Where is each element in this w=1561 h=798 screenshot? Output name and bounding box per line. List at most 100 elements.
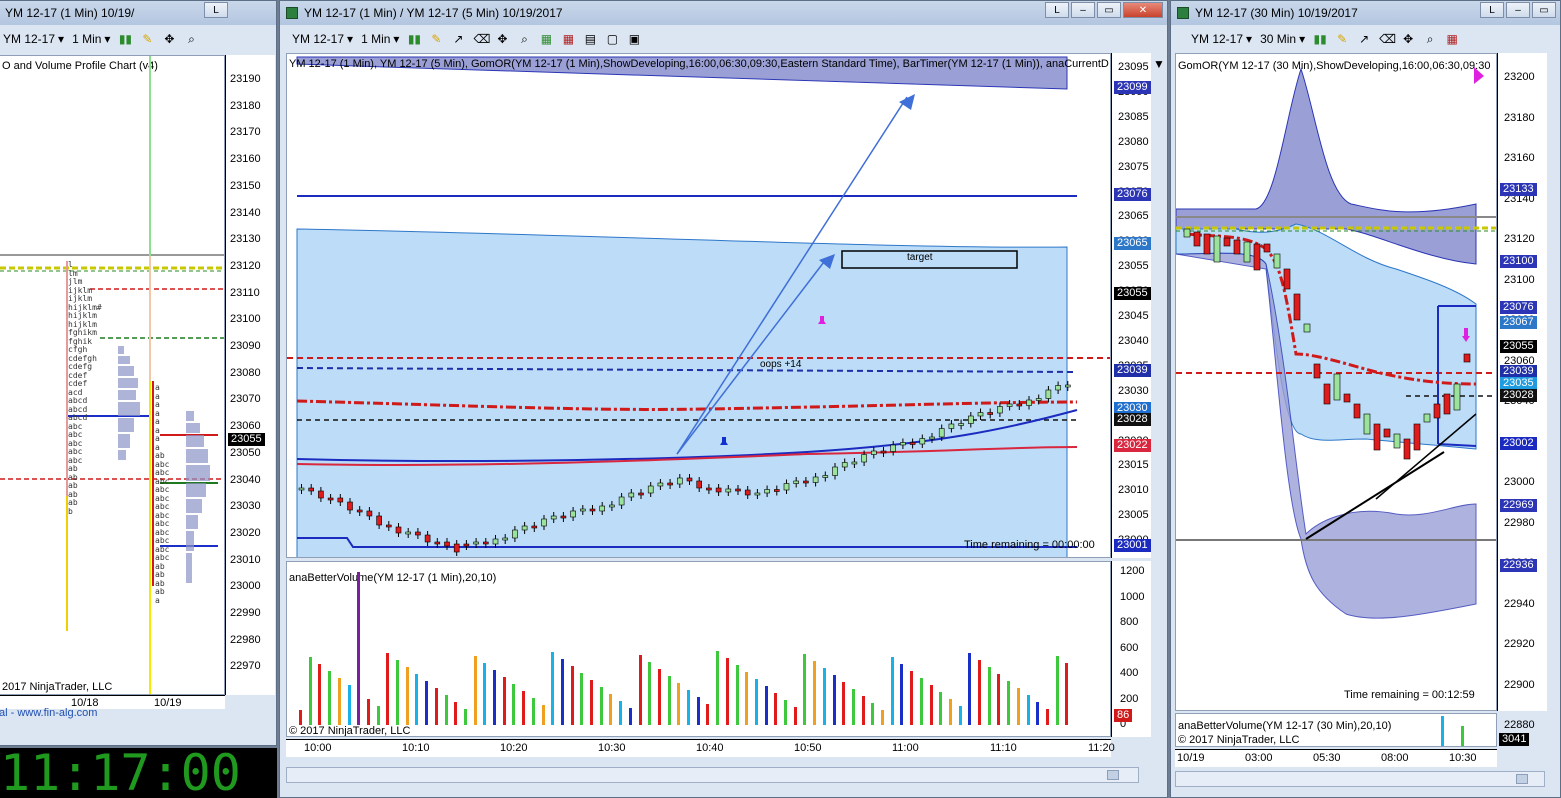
candle-body	[1323, 383, 1331, 405]
candle-body	[706, 487, 712, 491]
price-tick-label: 22880	[1504, 719, 1535, 731]
volume-bar	[463, 709, 467, 725]
price-tick-label: 23080	[1118, 135, 1149, 148]
zoom-icon[interactable]: ⌕	[517, 32, 531, 46]
candle-body	[861, 454, 867, 463]
candle-body	[618, 496, 625, 506]
drawing-tool-icon[interactable]: ↗	[451, 32, 465, 46]
center-window-titlebar[interactable]: YM 12-17 (1 Min) / YM 12-17 (5 Min) 10/1…	[280, 1, 1167, 25]
right-chart-window[interactable]: YM 12-17 (30 Min) 10/19/2017 L – ▭ YM 12…	[1170, 0, 1561, 798]
volume-bar	[881, 710, 884, 725]
bar-type-icon[interactable]: ▮▮	[118, 32, 132, 46]
drawing-tool-icon[interactable]: ↗	[1357, 32, 1371, 46]
center-horizontal-scrollbar[interactable]	[286, 767, 1139, 783]
candle-body	[318, 490, 324, 499]
volume-bar	[803, 654, 807, 725]
candle-body	[356, 509, 363, 513]
volume-bar	[1055, 656, 1059, 725]
target-label: target	[907, 252, 933, 263]
bar-type-icon[interactable]: ▮▮	[407, 32, 421, 46]
crosshair-icon[interactable]: ✥	[1401, 32, 1415, 46]
scroll-thumb[interactable]	[1107, 770, 1119, 780]
candle-body	[376, 515, 382, 526]
indicators-icon[interactable]: ▦	[1445, 32, 1459, 46]
center-chart-window[interactable]: YM 12-17 (1 Min) / YM 12-17 (5 Min) 10/1…	[279, 0, 1168, 798]
candle-body	[1403, 438, 1411, 460]
bar-type-icon[interactable]: ▮▮	[1313, 32, 1327, 46]
right-maximize-button[interactable]: ▭	[1532, 2, 1556, 18]
candle-body	[1263, 243, 1271, 253]
volume-bar	[473, 656, 477, 725]
center-link-button[interactable]: L	[1045, 2, 1069, 18]
candle-body	[1253, 243, 1261, 271]
center-volume-tag: 86	[1114, 709, 1133, 722]
link-button[interactable]: L	[204, 2, 228, 18]
right-volume-panel[interactable]: anaBetterVolume(YM 12-17 (30 Min),20,10)…	[1175, 713, 1497, 747]
left-price-panel[interactable]: O and Volume Profile Chart (v4) l lm jlm…	[0, 55, 225, 695]
center-minimize-button[interactable]: –	[1071, 2, 1095, 18]
center-maximize-button[interactable]: ▭	[1097, 2, 1121, 18]
pencil-icon[interactable]: ✎	[1335, 32, 1349, 46]
pencil-icon[interactable]: ✎	[140, 32, 154, 46]
center-indicator-label: YM 12-17 (1 Min), YM 12-17 (5 Min), GomO…	[289, 58, 1109, 70]
volume-bar	[745, 672, 749, 725]
interval-selector[interactable]: 1 Min ▾	[72, 32, 110, 46]
center-price-svg	[287, 56, 1110, 557]
right-window-titlebar[interactable]: YM 12-17 (30 Min) 10/19/2017 L – ▭	[1171, 1, 1560, 25]
right-price-panel[interactable]: GomOR(YM 12-17 (30 Min),ShowDeveloping,1…	[1175, 53, 1497, 711]
volume-bar	[386, 653, 390, 725]
candle-body	[948, 423, 955, 429]
center-close-button[interactable]: ✕	[1123, 2, 1163, 18]
right-instrument-selector[interactable]: YM 12-17 ▾	[1191, 32, 1252, 46]
crosshair-icon[interactable]: ✥	[162, 32, 176, 46]
chart-trader-icon[interactable]: ▤	[583, 32, 597, 46]
right-horizontal-scrollbar[interactable]	[1175, 771, 1545, 787]
price-tick-label: 23130	[230, 233, 261, 246]
left-link-text[interactable]: al - www.fin-alg.com	[0, 707, 97, 719]
volume-bar	[696, 697, 700, 725]
indicators-icon[interactable]: ▦	[539, 32, 553, 46]
price-tick-label: 23030	[230, 500, 261, 513]
data-box-icon[interactable]: ▢	[605, 32, 619, 46]
crosshair-icon[interactable]: ✥	[495, 32, 509, 46]
price-tick-label: 23090	[230, 340, 261, 352]
right-minimize-button[interactable]: –	[1506, 2, 1530, 18]
price-tag: 22969	[1500, 499, 1537, 512]
price-tag: 23028	[1114, 413, 1151, 426]
left-window-titlebar[interactable]: YM 12-17 (1 Min) 10/19/ L	[0, 1, 276, 25]
right-link-button[interactable]: L	[1480, 2, 1504, 18]
volume-bar	[483, 663, 487, 725]
price-tick-label: 23000	[1504, 476, 1535, 488]
eraser-icon[interactable]: ⌫	[473, 32, 490, 46]
scroll-thumb[interactable]	[1516, 774, 1528, 784]
volume-bar	[948, 699, 952, 725]
candle-body	[512, 529, 518, 539]
right-interval-selector[interactable]: 30 Min ▾	[1260, 32, 1305, 46]
instrument-selector[interactable]: YM 12-17 ▾	[3, 32, 64, 46]
center-volume-panel[interactable]: anaBetterVolume(YM 12-17 (1 Min),20,10) …	[286, 561, 1111, 737]
price-tick-label: 23010	[230, 553, 261, 566]
candle-body	[1055, 385, 1061, 391]
properties-icon[interactable]: ▣	[627, 32, 641, 46]
zoom-icon[interactable]: ⌕	[1423, 32, 1437, 46]
volume-bar	[1036, 702, 1040, 725]
candle-body	[880, 450, 887, 454]
volume-bar	[405, 667, 409, 725]
price-tick-label: 23065	[1118, 210, 1149, 223]
left-chart-window[interactable]: YM 12-17 (1 Min) 10/19/ L YM 12-17 ▾ 1 M…	[0, 0, 277, 746]
center-panel-menu-icon[interactable]: ▼	[1152, 57, 1166, 71]
center-instrument-selector[interactable]: YM 12-17 ▾	[292, 32, 353, 46]
center-vol-copyright: © 2017 NinjaTrader, LLC	[289, 725, 411, 737]
price-tick-label: 200	[1120, 692, 1139, 705]
strategies-icon[interactable]: ▦	[561, 32, 575, 46]
volume-bar	[929, 685, 933, 725]
zoom-icon[interactable]: ⌕	[184, 32, 198, 46]
eraser-icon[interactable]: ⌫	[1379, 32, 1396, 46]
time-tick-label: 08:00	[1381, 752, 1409, 764]
center-interval-selector[interactable]: 1 Min ▾	[361, 32, 399, 46]
volume-bar	[774, 693, 778, 725]
pencil-icon[interactable]: ✎	[429, 32, 443, 46]
volume-bar	[657, 669, 661, 725]
price-tick-label: 23085	[1118, 110, 1149, 123]
center-price-panel[interactable]: YM 12-17 (1 Min), YM 12-17 (5 Min), GomO…	[286, 53, 1111, 558]
